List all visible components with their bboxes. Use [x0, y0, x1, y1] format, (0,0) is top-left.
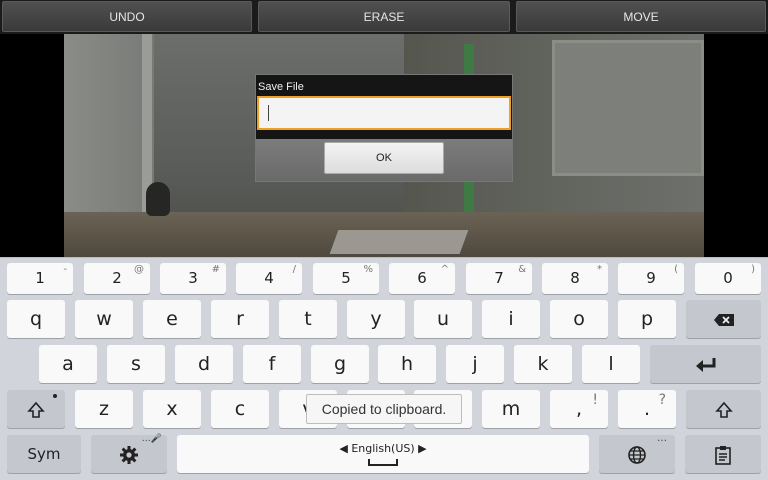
dialog-footer: OK — [256, 139, 512, 181]
key-label: , — [575, 398, 583, 420]
preview-whiteboard — [552, 40, 704, 176]
key-sub-label: ) — [751, 264, 755, 275]
key-4[interactable]: 4/ — [236, 263, 302, 294]
backspace-key[interactable] — [686, 300, 761, 338]
key-k[interactable]: k — [514, 345, 572, 383]
key-sub-label: ( — [674, 264, 678, 275]
top-toolbar: UNDO ERASE MOVE — [0, 0, 768, 34]
shift-dot-icon — [53, 394, 57, 398]
key-sub-label: % — [363, 264, 373, 275]
key-c[interactable]: c — [211, 390, 269, 428]
key-s[interactable]: s — [107, 345, 165, 383]
key-p[interactable]: p — [618, 300, 676, 338]
dialog-title: Save File — [258, 81, 304, 93]
key-h[interactable]: h — [378, 345, 436, 383]
language-next-icon: ▶ — [418, 442, 427, 455]
key-3[interactable]: 3 # — [160, 263, 226, 294]
save-file-dialog: Save File OK — [255, 74, 513, 182]
language-key[interactable]: … — [599, 433, 675, 473]
key-9[interactable]: 9( — [618, 263, 684, 294]
key-8[interactable]: 8 * — [542, 263, 608, 294]
erase-button[interactable]: ERASE — [258, 1, 510, 32]
language-row: ◀ English(US) ▶ — [177, 442, 589, 456]
key-comma[interactable]: ,! — [550, 390, 608, 428]
language-prev-icon: ◀ — [339, 442, 348, 455]
key-d[interactable]: d — [175, 345, 233, 383]
key-label: 6 — [417, 269, 427, 287]
move-button[interactable]: MOVE — [516, 1, 766, 32]
key-5[interactable]: 5% — [313, 263, 379, 294]
key-label: 3 — [188, 269, 198, 287]
key-6[interactable]: 6 ^ — [389, 263, 455, 294]
soft-keyboard: 1- 2 @ 3 # 4/ 5% 6 ^ 7 & 8 * 9( 0) q w e r t … — [0, 257, 768, 480]
shift-icon — [714, 398, 733, 420]
key-sub-label: ! — [592, 392, 598, 408]
undo-button[interactable]: UNDO — [2, 1, 252, 32]
key-sub-label: & — [518, 264, 526, 275]
preview-papers — [329, 230, 469, 254]
key-j[interactable]: j — [446, 345, 504, 383]
key-i[interactable]: i — [482, 300, 540, 338]
clipboard-icon — [715, 443, 731, 465]
more-icon: … — [657, 433, 667, 444]
shift-key-left[interactable] — [7, 390, 65, 428]
key-7[interactable]: 7 & — [466, 263, 532, 294]
clipboard-toast: Copied to clipboard. — [306, 394, 462, 424]
key-z[interactable]: z — [75, 390, 133, 428]
sym-key[interactable]: Sym — [7, 435, 81, 473]
space-key[interactable]: ◀ English(US) ▶ — [177, 435, 589, 473]
key-u[interactable]: u — [414, 300, 472, 338]
key-0[interactable]: 0) — [695, 263, 761, 294]
key-label: 8 — [570, 269, 580, 287]
key-o[interactable]: o — [550, 300, 608, 338]
key-e[interactable]: e — [143, 300, 201, 338]
key-w[interactable]: w — [75, 300, 133, 338]
key-sub-label: * — [597, 264, 602, 275]
key-sub-label: / — [292, 264, 296, 275]
filename-input[interactable] — [257, 96, 511, 130]
key-x[interactable]: x — [143, 390, 201, 428]
key-2[interactable]: 2 @ — [84, 263, 150, 294]
key-label: 7 — [494, 269, 504, 287]
key-t[interactable]: t — [279, 300, 337, 338]
key-sub-label: ? — [658, 392, 666, 408]
key-a[interactable]: a — [39, 345, 97, 383]
key-label: 0 — [723, 269, 733, 287]
settings-key[interactable]: …🎤 — [91, 434, 167, 473]
globe-icon — [627, 443, 647, 465]
key-label: 2 — [112, 269, 122, 287]
enter-icon — [695, 353, 717, 375]
key-period[interactable]: .? — [618, 390, 676, 428]
gear-icon — [119, 443, 139, 465]
mic-icon: …🎤 — [141, 434, 162, 444]
key-l[interactable]: l — [582, 345, 640, 383]
key-label: 4 — [264, 269, 274, 287]
key-label: 5 — [341, 269, 351, 287]
key-label: 9 — [646, 269, 656, 287]
key-g[interactable]: g — [311, 345, 369, 383]
key-m[interactable]: m — [482, 390, 540, 428]
key-q[interactable]: q — [7, 300, 65, 338]
language-label: English(US) — [351, 442, 415, 455]
key-sub-label: @ — [134, 264, 144, 275]
enter-key[interactable] — [650, 345, 761, 383]
backspace-icon — [713, 308, 735, 330]
shift-key-right[interactable] — [686, 390, 761, 428]
key-f[interactable]: f — [243, 345, 301, 383]
key-label: 1 — [35, 269, 45, 287]
key-y[interactable]: y — [347, 300, 405, 338]
ok-button[interactable]: OK — [324, 142, 444, 174]
key-label: . — [643, 398, 651, 420]
key-r[interactable]: r — [211, 300, 269, 338]
key-sub-label: - — [63, 264, 67, 275]
shift-icon — [27, 398, 45, 420]
key-sub-label: # — [211, 264, 220, 275]
clipboard-key[interactable] — [685, 435, 761, 473]
preview-vase — [146, 182, 170, 216]
key-sub-label: ^ — [440, 264, 449, 275]
space-icon — [368, 459, 398, 466]
text-caret — [268, 105, 269, 121]
key-1[interactable]: 1- — [7, 263, 73, 294]
